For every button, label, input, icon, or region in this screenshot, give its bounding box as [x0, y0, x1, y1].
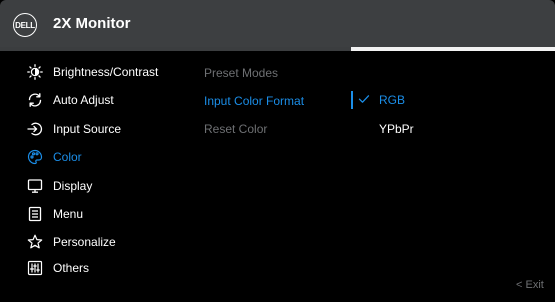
menu-item-label: Auto Adjust	[53, 93, 114, 107]
menu-item-label: Brightness/Contrast	[53, 65, 159, 79]
option-rgb[interactable]: RGB	[358, 93, 405, 107]
monitor-title: 2X Monitor	[53, 15, 131, 32]
menu-icon	[27, 206, 43, 222]
menu-item-label: Menu	[53, 207, 84, 221]
header-progress-fill	[0, 47, 351, 51]
menu-item-menu[interactable]: Menu	[27, 204, 83, 224]
header-progress-highlight	[351, 47, 555, 51]
option-label: RGB	[379, 93, 406, 107]
menu-item-others[interactable]: Others	[27, 258, 89, 278]
brightness-icon	[27, 64, 43, 80]
menu-item-input-source[interactable]: Input Source	[27, 119, 121, 139]
color-icon	[27, 149, 43, 165]
menu-item-label: Others	[53, 261, 90, 275]
exit-button[interactable]: < Exit	[516, 279, 544, 291]
submenu-item-input-color-format[interactable]: Input Color Format	[204, 94, 304, 108]
input-source-icon	[27, 121, 43, 137]
menu-item-display[interactable]: Display	[27, 176, 92, 196]
menu-item-label: Display	[53, 179, 93, 193]
menu-item-brightness-contrast[interactable]: Brightness/Contrast	[27, 62, 158, 82]
header-bar: DELL 2X Monitor	[0, 0, 555, 47]
others-icon	[27, 260, 43, 276]
menu-item-label: Color	[53, 150, 82, 164]
menu-item-label: Personalize	[53, 235, 116, 249]
menu-item-personalize[interactable]: Personalize	[27, 232, 116, 252]
selection-indicator	[351, 91, 353, 109]
option-label: YPbPr	[379, 122, 414, 136]
option-ypbpr[interactable]: YPbPr	[379, 122, 414, 136]
menu-item-auto-adjust[interactable]: Auto Adjust	[27, 90, 114, 110]
star-icon	[27, 234, 43, 250]
display-icon	[27, 178, 43, 194]
checkmark-icon	[358, 93, 370, 107]
auto-adjust-icon	[27, 92, 43, 108]
menu-item-label: Input Source	[53, 122, 122, 136]
osd-window: DELL 2X Monitor Brightness/Contrast Auto…	[0, 0, 555, 302]
menu-item-color[interactable]: Color	[27, 147, 82, 167]
dell-logo: DELL	[13, 13, 37, 37]
submenu-item-preset-modes[interactable]: Preset Modes	[204, 66, 278, 80]
submenu-item-reset-color[interactable]: Reset Color	[204, 122, 267, 136]
